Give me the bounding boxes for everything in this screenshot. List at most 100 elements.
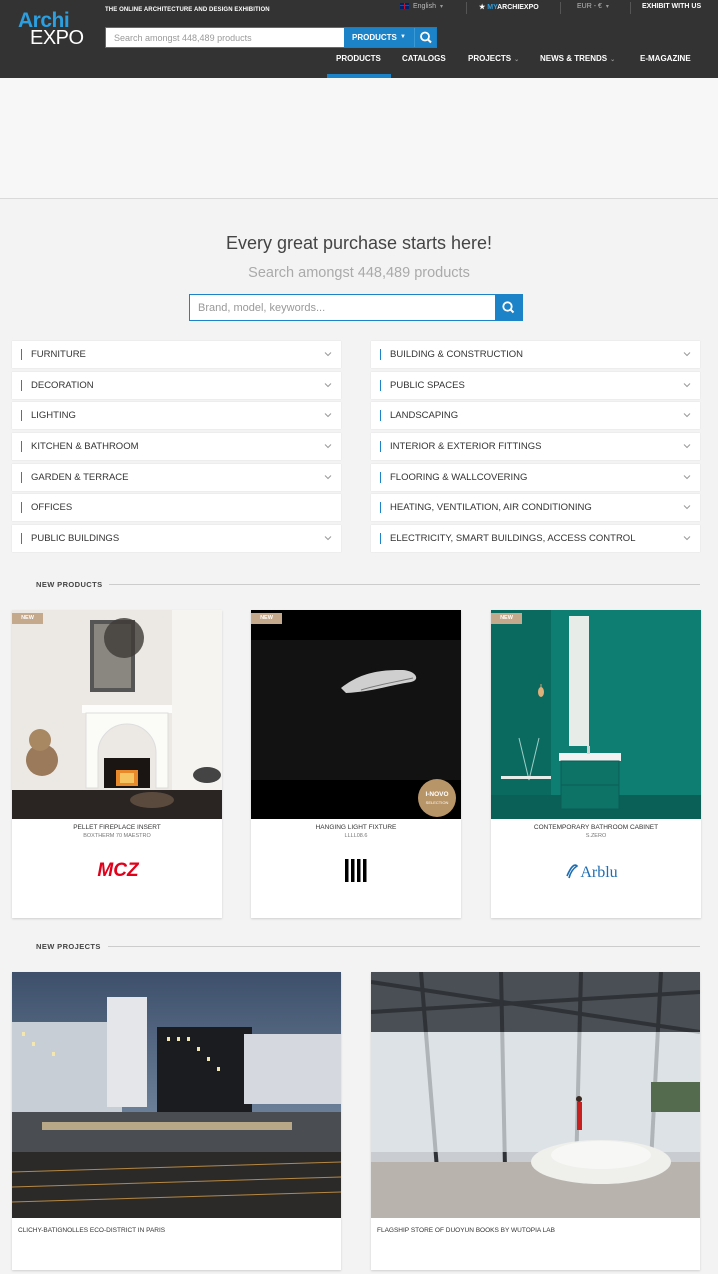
category-label: LIGHTING — [31, 410, 76, 421]
chevron-down-icon — [683, 475, 691, 480]
nav-emagazine[interactable]: E-MAGAZINE — [640, 54, 691, 78]
product-model: S.ZERO — [585, 833, 607, 839]
accent-bar — [21, 533, 22, 544]
chevron-down-icon — [683, 352, 691, 357]
chevron-down-icon — [683, 505, 691, 510]
language-label: English — [413, 3, 436, 10]
project-image[interactable] — [12, 972, 341, 1218]
logo-expo-text: EXPO — [30, 27, 84, 49]
product-image[interactable]: NEW — [12, 610, 222, 819]
new-products-heading: NEW PRODUCTS — [12, 580, 110, 589]
chevron-down-icon — [324, 383, 332, 388]
accent-bar — [380, 533, 381, 544]
divider — [466, 2, 467, 14]
brand-logo-arblu[interactable]: Arblu — [491, 856, 701, 886]
category-public-spaces[interactable]: PUBLIC SPACES — [371, 372, 700, 399]
currency-label: EUR - € — [577, 3, 602, 10]
chevron-down-icon — [324, 475, 332, 480]
chevron-down-icon: ⌄ — [610, 57, 616, 63]
category-label: ELECTRICITY, SMART BUILDINGS, ACCESS CON… — [390, 533, 636, 544]
brand-logo-mcz[interactable]: MCZ — [12, 856, 222, 886]
nav-catalogs[interactable]: CATALOGS — [402, 54, 446, 78]
project-card-clichy-batignolles[interactable]: CLICHY-BATIGNOLLES ECO-DISTRICT IN PARIS — [12, 972, 341, 1270]
section-divider — [12, 584, 700, 585]
category-electricity-smart-buildings[interactable]: ELECTRICITY, SMART BUILDINGS, ACCESS CON… — [371, 525, 700, 552]
product-card-hanging-light[interactable]: I-NOVO SELECTION NEW HANGING LIGHT FIXTU… — [251, 610, 461, 918]
chevron-down-icon — [324, 413, 332, 418]
chevron-down-icon — [683, 536, 691, 541]
uk-flag-icon — [400, 3, 409, 9]
category-building-construction[interactable]: BUILDING & CONSTRUCTION — [371, 341, 700, 368]
chevron-down-icon — [324, 536, 332, 541]
new-badge: NEW — [12, 613, 43, 624]
hero-search-button[interactable] — [495, 295, 522, 320]
chevron-down-icon — [324, 444, 332, 449]
eco-district-photo — [12, 972, 341, 1218]
accent-bar — [21, 410, 22, 421]
category-public-buildings[interactable]: PUBLIC BUILDINGS — [12, 525, 341, 552]
project-name[interactable]: FLAGSHIP STORE OF DUOYUN BOOKS BY WUTOPI… — [377, 1227, 555, 1234]
exhibit-with-us-link[interactable]: EXHIBIT WITH US — [642, 3, 701, 10]
accent-bar — [380, 502, 381, 513]
header-search-input[interactable] — [106, 28, 343, 47]
svg-text:I-NOVO: I-NOVO — [425, 791, 448, 798]
project-image[interactable] — [371, 972, 700, 1218]
product-name[interactable]: HANGING LIGHT FIXTURE — [251, 824, 461, 831]
accent-bar — [380, 472, 381, 483]
new-badge: NEW — [491, 613, 522, 624]
category-kitchen-bathroom[interactable]: KITCHEN & BATHROOM — [12, 433, 341, 460]
mcz-logo-icon: MCZ — [97, 860, 140, 881]
hero-search-input[interactable] — [190, 295, 495, 320]
hero-title: Every great purchase starts here! — [225, 233, 493, 253]
header-search: PRODUCTS ▼ — [105, 27, 437, 48]
mcz-logo-text: MCZ — [97, 860, 140, 881]
my-archiexpo-link[interactable]: ★ MYARCHIEXPO — [479, 3, 539, 11]
category-furniture[interactable]: FURNITURE — [12, 341, 341, 368]
nav-news-label: NEWS & TRENDS — [540, 54, 608, 63]
nav-news-trends[interactable]: NEWS & TRENDS ⌄ — [540, 54, 615, 78]
category-label: LANDSCAPING — [390, 410, 459, 421]
product-name[interactable]: CONTEMPORARY BATHROOM CABINET — [491, 824, 701, 831]
accent-bar — [21, 502, 22, 513]
project-card-duoyun-books[interactable]: FLAGSHIP STORE OF DUOYUN BOOKS BY WUTOPI… — [371, 972, 700, 1270]
category-flooring-wallcovering[interactable]: FLOORING & WALLCOVERING — [371, 464, 700, 491]
search-category-select[interactable]: PRODUCTS ▼ — [344, 28, 414, 47]
product-card-bathroom-cabinet[interactable]: NEW CONTEMPORARY BATHROOM CABINET S.ZERO… — [491, 610, 701, 918]
brand-logo-llll[interactable] — [251, 856, 461, 886]
chevron-down-icon: ▾ — [605, 4, 609, 10]
header-search-button[interactable] — [414, 28, 436, 47]
accent-bar — [21, 441, 22, 452]
divider — [630, 2, 631, 14]
category-label: KITCHEN & BATHROOM — [31, 441, 139, 452]
caret-down-icon: ▼ — [400, 34, 406, 40]
product-image[interactable]: I-NOVO SELECTION NEW — [251, 610, 461, 819]
currency-selector[interactable]: EUR - € ▾ — [577, 3, 609, 10]
product-image[interactable]: NEW — [491, 610, 701, 819]
light-fixture-photo: I-NOVO SELECTION — [251, 610, 461, 819]
accent-bar — [21, 472, 22, 483]
product-model: BOXTHERM 70 MAESTRO — [83, 833, 151, 839]
category-decoration[interactable]: DECORATION — [12, 372, 341, 399]
category-label: FURNITURE — [31, 349, 86, 360]
category-lighting[interactable]: LIGHTING — [12, 402, 341, 429]
product-card-fireplace[interactable]: NEW PELLET FIREPLACE INSERT BOXTHERM 70 … — [12, 610, 222, 918]
arblu-logo-text: Arblu — [580, 864, 617, 881]
category-label: DECORATION — [31, 380, 94, 391]
category-offices[interactable]: OFFICES — [12, 494, 341, 521]
category-landscaping[interactable]: LANDSCAPING — [371, 402, 700, 429]
project-name[interactable]: CLICHY-BATIGNOLLES ECO-DISTRICT IN PARIS — [18, 1227, 165, 1234]
language-selector[interactable]: English ▾ — [400, 3, 443, 10]
star-icon: ★ — [479, 4, 486, 11]
svg-text:SELECTION: SELECTION — [426, 800, 449, 805]
chevron-down-icon — [683, 444, 691, 449]
archiexpo-logo[interactable]: Archi EXPO — [18, 9, 84, 50]
category-hvac[interactable]: HEATING, VENTILATION, AIR CONDITIONING — [371, 494, 700, 521]
nav-projects[interactable]: PROJECTS ⌄ — [468, 54, 519, 78]
site-header: Archi EXPO THE ONLINE ARCHITECTURE AND D… — [0, 0, 718, 78]
hero-search — [189, 294, 523, 321]
category-garden-terrace[interactable]: GARDEN & TERRACE — [12, 464, 341, 491]
category-interior-exterior-fittings[interactable]: INTERIOR & EXTERIOR FITTINGS — [371, 433, 700, 460]
product-name[interactable]: PELLET FIREPLACE INSERT — [12, 824, 222, 831]
my-prefix: MY — [487, 4, 498, 11]
accent-bar — [380, 410, 381, 421]
